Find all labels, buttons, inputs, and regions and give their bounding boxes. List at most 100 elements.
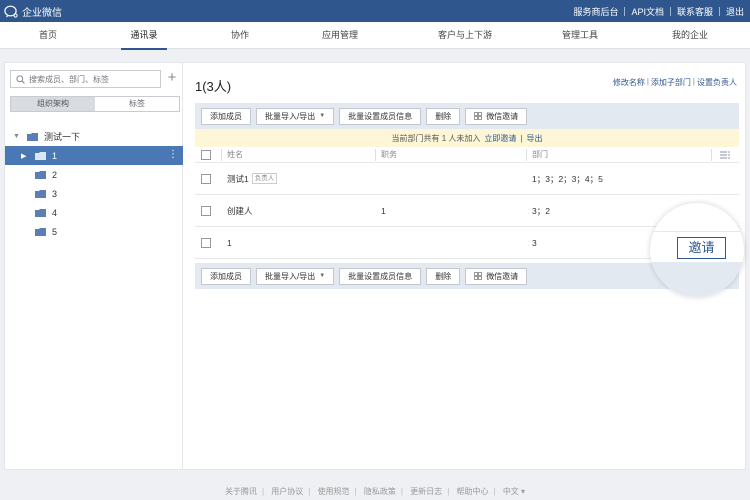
sidebar-tabs: 组织架构 标签 [10,96,180,112]
toolbar-top: 添加成员 批量导入/导出 ▼ 批量设置成员信息 删除 微信邀请 [195,103,739,129]
grid-icon [474,272,483,280]
link-logout[interactable]: 退出 [726,5,744,18]
tree-node-5[interactable]: 5 [5,222,183,241]
tab-org-structure[interactable]: 组织架构 [11,97,95,111]
main-nav: 首页 通讯录 协作 应用管理 客户与上下游 管理工具 我的企业 [0,22,750,50]
nav-my-company[interactable]: 我的企业 [662,22,718,49]
table-row[interactable]: 测试1 负责人 1；3；2；3；4；5 [195,163,739,195]
footer-usage-rules[interactable]: 使用规范 [318,487,350,496]
tree-node-label: 2 [52,169,58,180]
leader-badge: 负责人 [251,173,278,184]
logo[interactable]: 企业微信 [4,4,62,19]
column-header-title: 职务 [381,150,397,159]
column-header-department: 部门 [532,150,548,159]
wecom-logo-icon [4,5,18,18]
department-actions: 修改名称 | 添加子部门 | 设置负责人 [612,77,737,88]
tree-node-4[interactable]: 4 [5,203,183,222]
link-api-docs[interactable]: API文档 [631,5,664,18]
add-member-button[interactable]: 添加成员 [201,107,251,125]
select-all-checkbox[interactable] [201,149,211,160]
folder-icon [35,189,46,198]
tree-node-label: 5 [52,226,58,237]
dropdown-arrow-icon: ▼ [319,113,326,119]
member-title: 1 [381,205,386,216]
tree-node-1[interactable]: ▶ 1 ⋮ [5,146,183,165]
footer-about[interactable]: 关于腾讯 [225,487,257,496]
footer-language-select[interactable]: 中文 ▾ [503,487,525,496]
link-provider-admin[interactable]: 服务商后台 [573,5,618,18]
divider [718,6,720,16]
row-checkbox[interactable] [201,173,211,184]
more-vertical-icon[interactable]: ⋮ [168,149,178,161]
nav-management-tools[interactable]: 管理工具 [550,22,610,49]
top-links: 服务商后台 API文档 联系客服 退出 [573,5,750,18]
nav-app-management[interactable]: 应用管理 [310,22,370,49]
folder-icon [35,208,46,217]
search-box[interactable] [10,70,161,88]
delete-button[interactable]: 删除 [426,267,461,285]
invite-button[interactable]: 邀请 [677,237,726,259]
delete-button[interactable]: 删除 [426,107,461,125]
tree-node-label: 4 [52,207,58,218]
batch-import-export-button[interactable]: 批量导入/导出 ▼ [256,107,335,125]
caret-right-icon[interactable]: ▶ [21,152,31,160]
wechat-invite-button[interactable]: 微信邀请 [465,267,528,285]
tree-node-2[interactable]: 2 [5,165,183,184]
search-input[interactable] [29,74,154,84]
add-icon[interactable]: + [165,70,179,85]
tree-node-root[interactable]: ▼ 测试一下 [5,127,183,146]
nav-home[interactable]: 首页 [20,22,76,49]
batch-set-info-button[interactable]: 批量设置成员信息 [339,267,422,285]
link-contact-support[interactable]: 联系客服 [677,5,713,18]
top-bar: 企业微信 服务商后台 API文档 联系客服 退出 [0,0,750,22]
rename-link[interactable]: 修改名称 [613,77,645,88]
nav-customers[interactable]: 客户与上下游 [420,22,510,49]
folder-icon [27,132,38,141]
folder-icon [35,227,46,236]
tab-tags[interactable]: 标签 [95,97,179,111]
column-settings-icon[interactable] [720,147,730,162]
add-member-button[interactable]: 添加成员 [201,267,251,285]
notice-text: 当前部门共有 1 人未加入 [391,133,481,143]
content-panel: + 组织架构 标签 ▼ 测试一下 ▶ 1 ⋮ 2 [4,62,746,470]
member-department: 3；2 [532,205,550,216]
export-link[interactable]: 导出 [526,133,542,144]
invite-now-link[interactable]: 立即邀请 [484,133,516,144]
divider [669,6,671,16]
row-checkbox[interactable] [201,205,211,216]
footer: 关于腾讯 | 用户协议 | 使用规范 | 隐私政策 | 更新日志 | 帮助中心 | 中文 ▾ [224,487,526,496]
tree-node-label: 3 [52,188,58,199]
divider [624,6,626,16]
member-department: 3 [532,237,537,248]
footer-help-center[interactable]: 帮助中心 [457,487,489,496]
member-name: 测试1 [227,173,249,184]
member-department: 1；3；2；3；4；5 [532,173,603,184]
set-leader-link[interactable]: 设置负责人 [697,77,737,88]
table-row[interactable]: 创建人 1 3；2 [195,195,739,227]
tree-node-label: 测试一下 [44,132,81,142]
caret-down-icon[interactable]: ▼ [13,133,23,140]
add-subdepartment-link[interactable]: 添加子部门 [651,77,691,88]
department-tree: ▼ 测试一下 ▶ 1 ⋮ 2 3 4 5 [5,127,183,241]
page-title: 1(3人) [195,79,232,94]
unjoined-notice: 当前部门共有 1 人未加入 立即邀请 | 导出 [195,129,739,147]
batch-import-export-button[interactable]: 批量导入/导出 ▼ [256,267,335,285]
search-icon [16,74,25,84]
table-header: 姓名 职务 部门 [195,147,739,163]
footer-privacy[interactable]: 隐私政策 [364,487,396,496]
wechat-invite-button[interactable]: 微信邀请 [465,107,528,125]
member-name: 1 [227,237,232,248]
grid-icon [474,112,483,120]
footer-changelog[interactable]: 更新日志 [410,487,442,496]
footer-user-agreement[interactable]: 用户协议 [271,487,303,496]
batch-set-info-button[interactable]: 批量设置成员信息 [339,107,422,125]
folder-icon [35,151,46,160]
column-header-name: 姓名 [227,150,243,159]
nav-contacts[interactable]: 通讯录 [114,22,174,50]
tree-node-3[interactable]: 3 [5,184,183,203]
member-name: 创建人 [227,205,253,216]
row-checkbox[interactable] [201,237,211,248]
dropdown-arrow-icon: ▼ [319,273,326,279]
magnifier-callout: 邀请 [650,203,744,297]
nav-collaboration[interactable]: 协作 [212,22,268,49]
